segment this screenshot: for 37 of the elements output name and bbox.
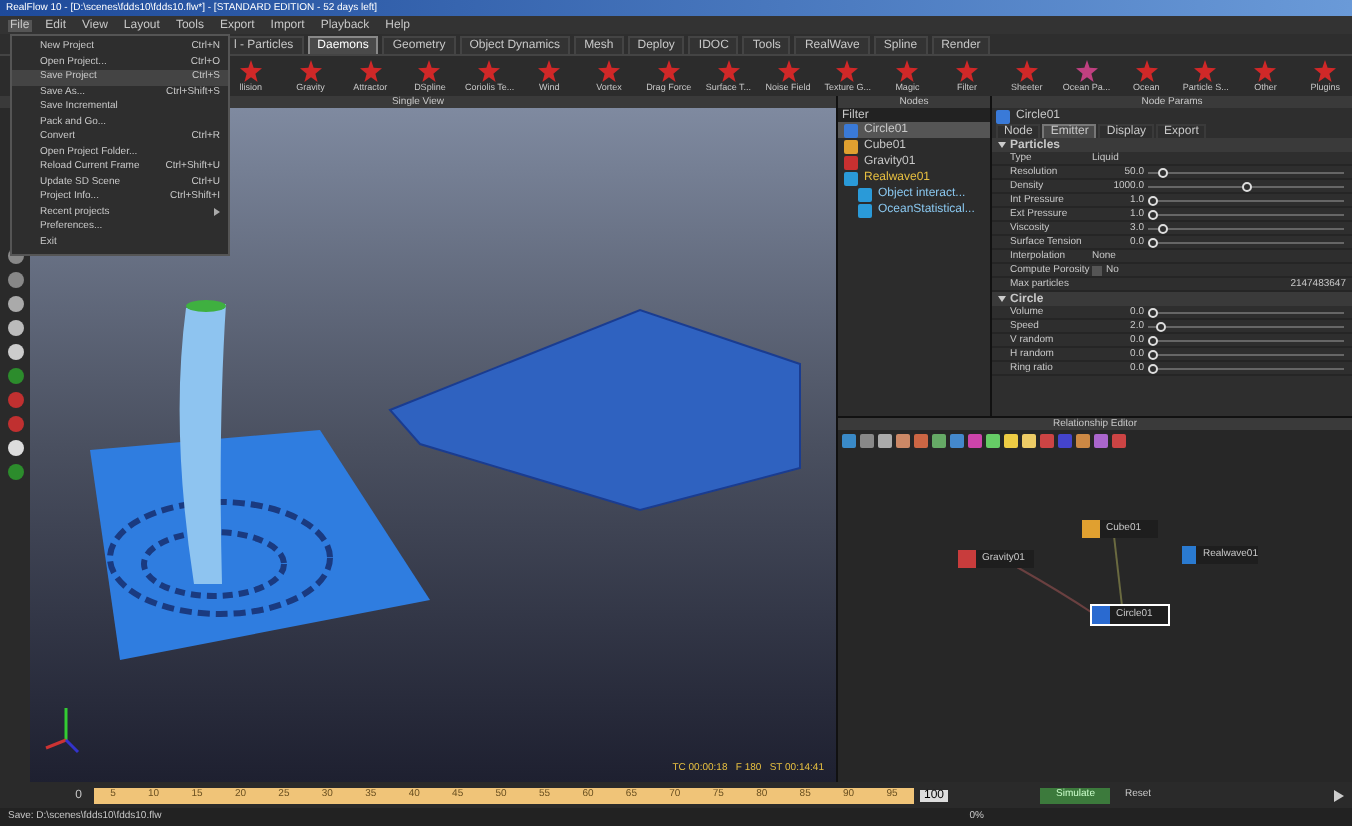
star-icon xyxy=(418,59,441,82)
slider-thumb[interactable] xyxy=(1241,181,1251,191)
slider-thumb[interactable] xyxy=(1148,307,1158,317)
slider-thumb[interactable] xyxy=(1148,349,1158,359)
star-icon xyxy=(896,59,919,82)
slider-thumb[interactable] xyxy=(1148,195,1158,205)
node-type-icon[interactable] xyxy=(996,109,1010,123)
star-icon xyxy=(956,59,979,82)
star-icon xyxy=(478,59,501,82)
expand-arrow-icon xyxy=(998,296,1006,302)
star-icon xyxy=(1314,59,1337,82)
star-icon xyxy=(657,59,680,82)
slider-thumb[interactable] xyxy=(1155,321,1166,331)
slider-thumb[interactable] xyxy=(1157,223,1168,233)
slider-thumb[interactable] xyxy=(1148,209,1158,219)
slider-thumb[interactable] xyxy=(1148,363,1158,373)
star-icon xyxy=(239,59,262,82)
expand-arrow-icon xyxy=(998,142,1006,148)
star-icon xyxy=(597,59,620,82)
axis-gizmo-icon xyxy=(45,708,80,754)
connection-line xyxy=(1113,535,1123,607)
checkbox[interactable] xyxy=(1092,265,1102,275)
star-icon xyxy=(777,59,800,82)
star-icon xyxy=(717,59,740,82)
slider-thumb[interactable] xyxy=(1148,335,1158,345)
slider-thumb[interactable] xyxy=(1157,167,1168,177)
star-icon xyxy=(1135,59,1158,82)
star-icon xyxy=(1194,59,1217,82)
star-icon xyxy=(1075,59,1098,82)
star-icon xyxy=(1015,59,1038,82)
star-icon xyxy=(538,59,561,82)
slider-thumb[interactable] xyxy=(1148,237,1158,247)
star-icon xyxy=(836,59,859,82)
submenu-arrow-icon xyxy=(214,208,220,217)
star-icon xyxy=(359,59,382,82)
star-icon xyxy=(1254,59,1277,82)
star-icon xyxy=(299,59,322,82)
